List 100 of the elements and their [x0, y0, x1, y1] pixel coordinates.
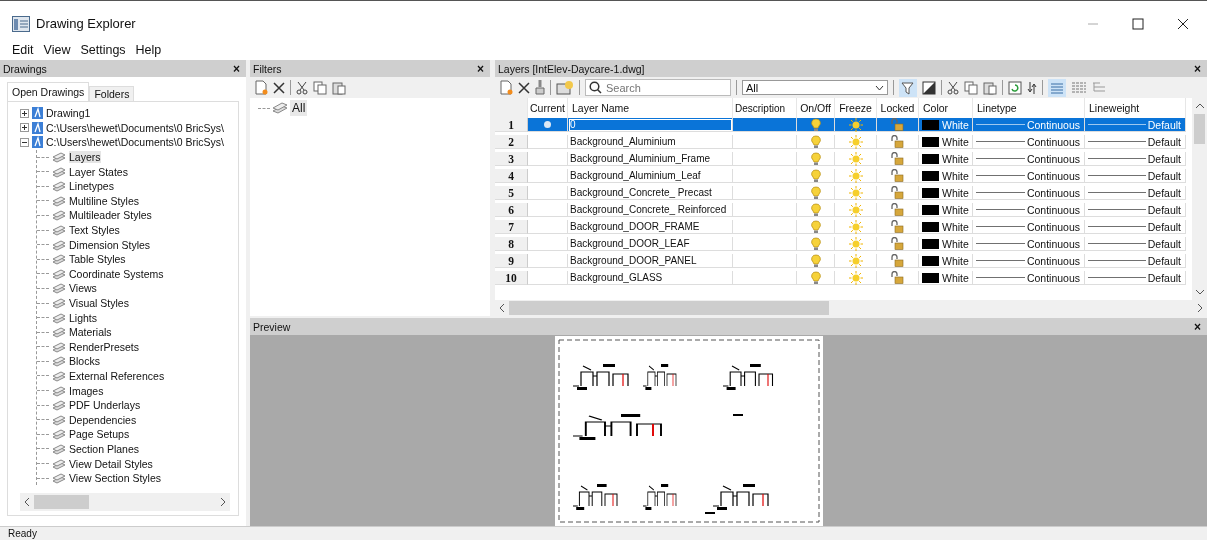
tree-item[interactable]: External References [69, 370, 165, 382]
tree-item[interactable]: Lights [69, 311, 98, 324]
close-button[interactable]: × [233, 61, 240, 76]
swap-icon[interactable] [1027, 80, 1037, 95]
padlock-icon[interactable] [891, 237, 904, 250]
lightbulb-icon[interactable] [810, 270, 821, 285]
tree-item[interactable]: RenderPresets [69, 340, 140, 353]
tree-item[interactable]: Table Styles [69, 253, 126, 266]
close-button[interactable]: × [477, 61, 484, 76]
scroll-thumb[interactable] [509, 301, 829, 315]
padlock-icon[interactable] [891, 186, 904, 199]
brush-icon[interactable] [535, 80, 545, 95]
tree-item[interactable]: PDF Underlays [69, 399, 141, 412]
padlock-icon[interactable] [891, 220, 904, 233]
menu-item[interactable]: View [43, 43, 71, 57]
scroll-thumb[interactable] [1194, 114, 1205, 144]
table-cell[interactable]: Background_Aluminium_Leaf [568, 169, 733, 183]
table-cell[interactable]: 0 [568, 118, 733, 132]
cut-icon[interactable] [296, 80, 308, 95]
sun-icon[interactable] [848, 117, 863, 132]
table-cell[interactable] [528, 203, 568, 217]
tree-view-icon[interactable] [1092, 80, 1106, 95]
padlock-icon[interactable] [891, 203, 904, 216]
table-cell[interactable] [528, 254, 568, 268]
lightbulb-icon[interactable] [810, 134, 821, 149]
paste-icon[interactable] [983, 80, 997, 95]
tab[interactable]: Open Drawings [7, 82, 90, 101]
table-cell[interactable] [528, 135, 568, 149]
column-header[interactable]: Current [528, 98, 568, 118]
table-cell[interactable]: Background_GLASS [568, 271, 733, 285]
lightbulb-icon[interactable] [810, 151, 821, 166]
new-layer-icon[interactable] [499, 80, 513, 95]
tree-item[interactable]: Section Planes [69, 442, 140, 455]
padlock-icon[interactable] [891, 135, 904, 148]
tree-item[interactable]: Drawing1 [46, 107, 91, 120]
collapse-icon[interactable] [20, 138, 29, 147]
padlock-icon[interactable] [891, 254, 904, 267]
layer-states-icon[interactable] [556, 80, 574, 95]
table-cell[interactable]: Background_DOOR_FRAME [568, 220, 733, 234]
table-cell[interactable]: Background_DOOR_LEAF [568, 237, 733, 251]
lightbulb-icon[interactable] [810, 202, 821, 217]
paste-icon[interactable] [332, 80, 346, 95]
tree-item[interactable]: Dependencies [69, 413, 137, 426]
maximize-icon[interactable] [1132, 17, 1144, 30]
tree-item[interactable]: Multiline Styles [69, 194, 140, 207]
menu-item[interactable]: Help [135, 43, 162, 57]
menu-item[interactable]: Settings [80, 43, 126, 57]
invert-icon[interactable] [922, 80, 936, 95]
padlock-icon[interactable] [891, 271, 904, 284]
lightbulb-icon[interactable] [810, 117, 821, 132]
table-cell[interactable]: Background_Concrete_ Reinforced [568, 203, 733, 217]
table-cell[interactable]: Background_Concrete_ Precast [568, 186, 733, 200]
scroll-thumb[interactable] [34, 495, 89, 509]
filter-dropdown[interactable]: All [742, 80, 888, 95]
table-cell[interactable]: Background_Aluminium [568, 135, 733, 149]
column-header[interactable]: On/Off [797, 98, 835, 118]
tree-item[interactable]: View Detail Styles [69, 457, 153, 470]
list-view-icon[interactable] [1048, 78, 1066, 97]
close-button[interactable]: × [1194, 61, 1201, 76]
lightbulb-icon[interactable] [810, 185, 821, 200]
lightbulb-icon[interactable] [810, 219, 821, 234]
scroll-up-icon[interactable] [1194, 101, 1205, 111]
expand-icon[interactable] [20, 108, 29, 118]
table-cell[interactable] [528, 152, 568, 166]
table-cell[interactable]: Background_DOOR_PANEL [568, 254, 733, 268]
lightbulb-icon[interactable] [810, 168, 821, 183]
filter-item[interactable]: All [290, 100, 308, 116]
tree-item[interactable]: Page Setups [69, 428, 130, 441]
column-header[interactable]: Description [733, 98, 797, 118]
horizontal-scrollbar[interactable] [495, 300, 1207, 316]
tree-item[interactable]: Linetypes [69, 180, 114, 193]
table-cell[interactable] [528, 220, 568, 234]
copy-icon[interactable] [313, 80, 327, 95]
close-icon[interactable] [1177, 17, 1189, 30]
tree-item[interactable]: C:\Users\hewet\Documents\0 BricSys\ [46, 136, 224, 149]
copy-icon[interactable] [964, 80, 978, 95]
refresh-icon[interactable] [1008, 80, 1022, 95]
table-cell[interactable]: Background_Aluminium_Frame [568, 152, 733, 166]
horizontal-scrollbar[interactable] [20, 493, 230, 511]
table-cell[interactable] [528, 118, 568, 132]
table-cell[interactable] [528, 271, 568, 285]
padlock-icon[interactable] [891, 169, 904, 182]
expand-icon[interactable] [20, 123, 29, 133]
table-cell[interactable] [528, 186, 568, 200]
tree-item[interactable]: Views [69, 282, 97, 295]
lightbulb-icon[interactable] [810, 236, 821, 251]
tree-item[interactable]: Layer States [69, 165, 128, 178]
tree-item[interactable]: View Section Styles [69, 472, 162, 485]
tree-item[interactable]: Images [69, 384, 104, 397]
tree-item[interactable]: Dimension Styles [69, 238, 151, 251]
table-cell[interactable] [528, 237, 568, 251]
menu-item[interactable]: Edit [12, 43, 34, 57]
tab[interactable]: Folders [89, 86, 135, 101]
padlock-icon[interactable] [891, 118, 904, 131]
tree-item[interactable]: Layers [69, 151, 101, 164]
tree-item[interactable]: C:\Users\hewet\Documents\0 BricSys\ [46, 121, 224, 134]
tree-item[interactable]: Coordinate Systems [69, 267, 164, 280]
tree-item[interactable]: Visual Styles [69, 297, 129, 309]
close-button[interactable]: × [1194, 319, 1201, 334]
tree-item[interactable]: Text Styles [69, 224, 120, 237]
